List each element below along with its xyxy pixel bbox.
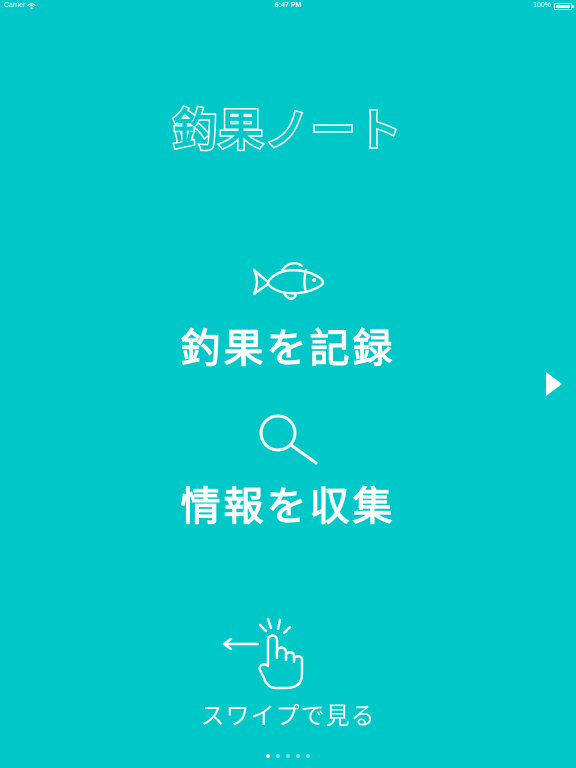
swipe-hint-label: スワイプで見る	[200, 702, 376, 730]
app-title: 釣果ノート	[0, 94, 576, 158]
magnifier-icon	[259, 414, 318, 465]
status-time: 6:47 PM	[274, 2, 302, 9]
battery-icon	[554, 2, 574, 10]
app-title-text: 釣果ノート	[172, 104, 403, 158]
collect-info-label[interactable]: 情報を収集	[0, 474, 576, 532]
page-dot-4[interactable]	[296, 754, 300, 758]
page-dot-3[interactable]	[286, 754, 290, 758]
chevron-right-icon[interactable]	[546, 372, 562, 396]
page-dot-1[interactable]	[266, 754, 270, 758]
battery-percentage: 100%	[533, 2, 551, 9]
status-right: 100%	[533, 0, 574, 12]
swipe-hand-icon	[222, 617, 304, 690]
status-bar: Carrier 6:47 PM 100%	[0, 0, 576, 12]
page-indicator[interactable]	[0, 754, 576, 758]
record-catch-label[interactable]: 釣果を記録	[0, 316, 576, 374]
fish-icon	[252, 262, 325, 300]
page-dot-2[interactable]	[276, 754, 280, 758]
page-dot-5[interactable]	[306, 754, 310, 758]
